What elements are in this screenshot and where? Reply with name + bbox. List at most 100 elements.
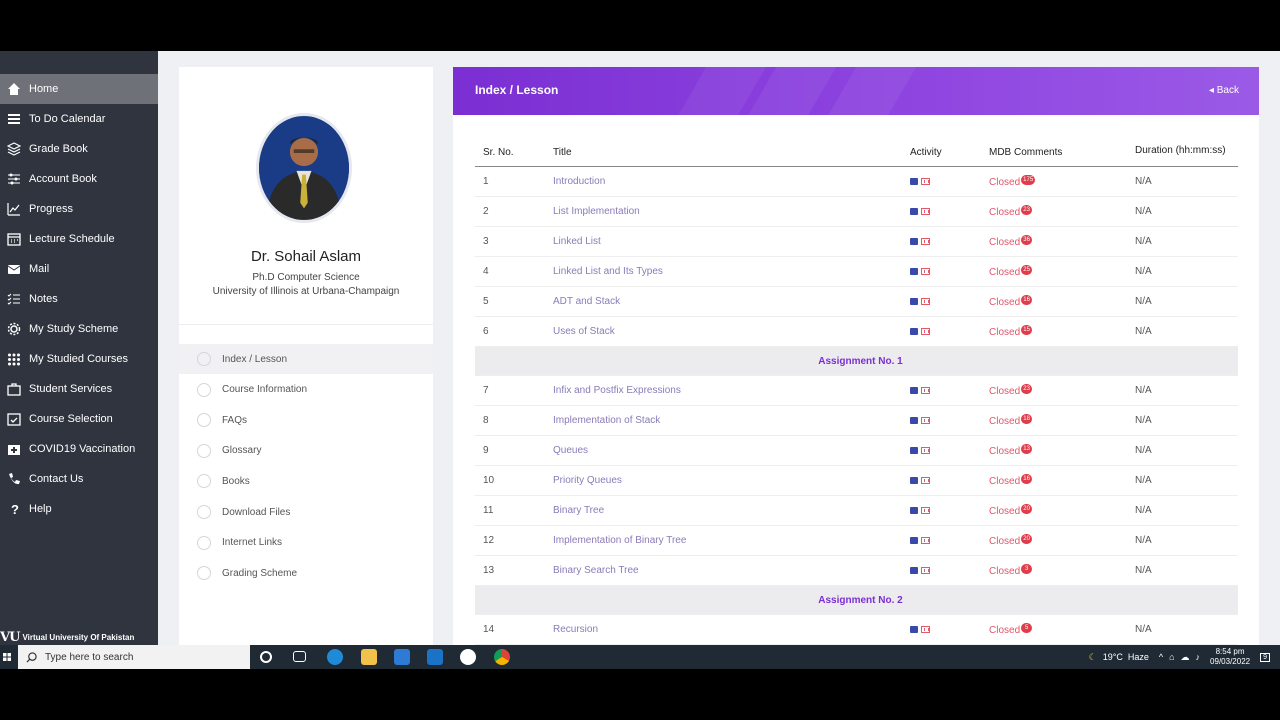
video-icon[interactable] [921,506,930,514]
sidebar-item-help[interactable]: ? Help [0,494,158,524]
sidebar-item-student-services[interactable]: Student Services [0,374,158,404]
cortana-icon[interactable] [260,651,272,663]
mdb-status[interactable]: Closed 16 [981,286,1127,317]
course-menu-index-lesson[interactable]: Index / Lesson [179,344,433,374]
sidebar-item-course-selection[interactable]: Course Selection [0,404,158,434]
mdb-status[interactable]: Closed 3 [981,555,1127,586]
sidebar-item-progress[interactable]: Progress [0,194,158,224]
tray-chevron-icon[interactable]: ^ [1159,652,1163,662]
lesson-title-link[interactable]: Implementation of Binary Tree [545,525,902,556]
sidebar-item-to-do-calendar[interactable]: To Do Calendar [0,104,158,134]
course-menu-grading-scheme[interactable]: Grading Scheme [179,558,433,588]
sidebar-item-home[interactable]: Home [0,74,158,104]
assignment-label[interactable]: Assignment No. 1 [475,346,1238,376]
video-icon[interactable] [921,536,930,544]
book-icon[interactable] [910,207,918,215]
mdb-status[interactable]: Closed 15 [981,316,1127,347]
book-icon[interactable] [910,625,918,633]
sidebar-item-lecture-schedule[interactable]: Lecture Schedule [0,224,158,254]
video-icon[interactable] [921,297,930,305]
mdb-status[interactable]: Closed 25 [981,256,1127,287]
mdb-status[interactable]: Closed 18 [981,405,1127,436]
book-icon[interactable] [910,237,918,245]
video-icon[interactable] [921,476,930,484]
assignment-label[interactable]: Assignment No. 2 [475,585,1238,615]
book-icon[interactable] [910,476,918,484]
sidebar-item-grade-book[interactable]: Grade Book [0,134,158,164]
mdb-status[interactable]: Closed 23 [981,196,1127,227]
network-icon[interactable]: ⌂ [1169,652,1174,662]
lesson-title-link[interactable]: Linked List and Its Types [545,256,902,287]
video-icon[interactable] [921,416,930,424]
book-icon[interactable] [910,386,918,394]
lesson-title-link[interactable]: ADT and Stack [545,286,902,317]
video-icon[interactable] [921,625,930,633]
mail-app-icon[interactable] [427,649,443,665]
cloud-icon[interactable]: ☁ [1181,652,1190,663]
volume-icon[interactable]: ♪ [1196,652,1201,662]
mdb-status[interactable]: Closed 175 [981,166,1127,197]
course-menu-internet-links[interactable]: Internet Links [179,528,433,558]
video-icon[interactable] [921,267,930,275]
video-icon[interactable] [921,327,930,335]
mdb-status[interactable]: Closed 13 [981,435,1127,466]
book-icon[interactable] [910,416,918,424]
notification-icon[interactable]: 9 [1260,652,1270,662]
lesson-title-link[interactable]: List Implementation [545,196,902,227]
lesson-title-link[interactable]: Queues [545,435,902,466]
lesson-title-link[interactable]: Binary Search Tree [545,555,902,586]
back-button[interactable]: ◂ Back [1209,85,1239,96]
video-icon[interactable] [921,446,930,454]
video-icon[interactable] [921,177,930,185]
book-icon[interactable] [910,327,918,335]
app-icon[interactable] [460,649,476,665]
book-icon[interactable] [910,566,918,574]
mdb-status[interactable]: Closed 23 [981,375,1127,406]
store-icon[interactable] [394,649,410,665]
video-icon[interactable] [921,566,930,574]
sidebar-item-my-study-scheme[interactable]: My Study Scheme [0,314,158,344]
lesson-title-link[interactable]: Infix and Postfix Expressions [545,375,902,406]
video-icon[interactable] [921,207,930,215]
lesson-title-link[interactable]: Linked List [545,226,902,257]
mdb-status[interactable]: Closed 20 [981,525,1127,556]
book-icon[interactable] [910,536,918,544]
mdb-status[interactable]: Closed 36 [981,226,1127,257]
book-icon[interactable] [910,446,918,454]
mdb-status[interactable]: Closed 20 [981,495,1127,526]
chrome-icon[interactable] [494,649,510,665]
book-icon[interactable] [910,297,918,305]
sidebar-item-account-book[interactable]: Account Book [0,164,158,194]
course-menu-glossary[interactable]: Glossary [179,436,433,466]
video-icon[interactable] [921,386,930,394]
file-explorer-icon[interactable] [361,649,377,665]
lesson-title-link[interactable]: Introduction [545,166,902,197]
sidebar-item-my-studied-courses[interactable]: My Studied Courses [0,344,158,374]
course-menu-faqs[interactable]: FAQs [179,405,433,435]
edge-icon[interactable] [327,649,343,665]
video-icon[interactable] [921,237,930,245]
lesson-title-link[interactable]: Binary Tree [545,495,902,526]
sidebar-item-notes[interactable]: Notes [0,284,158,314]
sidebar-item-covid19-vaccination[interactable]: COVID19 Vaccination [0,434,158,464]
mdb-status[interactable]: Closed 5 [981,614,1127,645]
mdb-status[interactable]: Closed 16 [981,465,1127,496]
comment-count-badge: 16 [1021,474,1033,484]
course-menu-books[interactable]: Books [179,466,433,496]
course-menu-course-information[interactable]: Course Information [179,375,433,405]
book-icon[interactable] [910,267,918,275]
lesson-title-link[interactable]: Recursion [545,614,902,645]
taskbar-search[interactable]: Type here to search [18,645,250,669]
sidebar-item-mail[interactable]: Mail [0,254,158,284]
clock[interactable]: 8:54 pm 09/03/2022 [1210,647,1250,667]
sidebar-item-contact-us[interactable]: Contact Us [0,464,158,494]
course-menu-download-files[interactable]: Download Files [179,497,433,527]
lesson-title-link[interactable]: Uses of Stack [545,316,902,347]
lesson-title-link[interactable]: Implementation of Stack [545,405,902,436]
windows-start-icon[interactable] [3,653,11,661]
book-icon[interactable] [910,506,918,514]
weather-text[interactable]: 19°C Haze [1103,652,1149,662]
task-view-icon[interactable] [293,651,306,662]
book-icon[interactable] [910,177,918,185]
lesson-title-link[interactable]: Priority Queues [545,465,902,496]
